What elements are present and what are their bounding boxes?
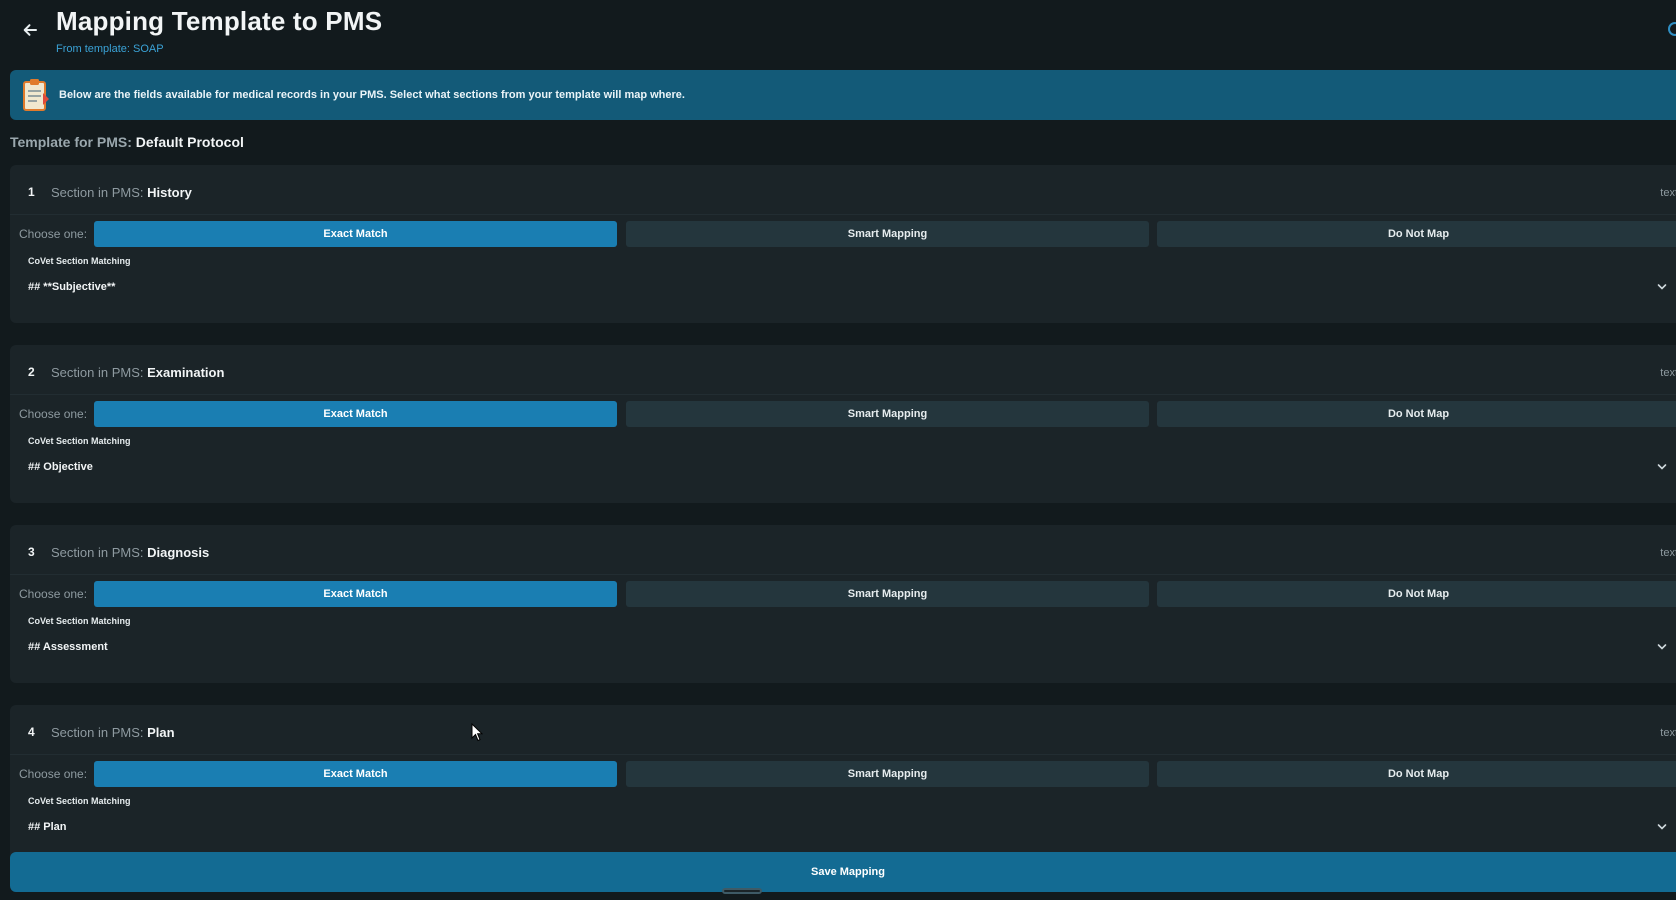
section-label: Section in PMS: Examination	[51, 365, 224, 380]
covet-section-matching-label: CoVet Section Matching	[28, 616, 131, 626]
section-type-label: text	[1660, 187, 1676, 199]
back-button[interactable]	[18, 18, 42, 42]
section-name: Diagnosis	[147, 545, 210, 560]
page-subtitle: From template: SOAP	[56, 43, 164, 55]
banner-text: Below are the fields available for medic…	[59, 89, 685, 101]
smart-mapping-button[interactable]: Smart Mapping	[626, 401, 1149, 427]
section-label: Section in PMS: Diagnosis	[51, 545, 209, 560]
choose-one-label: Choose one:	[19, 587, 88, 601]
chevron-down-icon	[1657, 824, 1667, 830]
section-label-prefix: Section in PMS:	[51, 185, 144, 200]
do-not-map-button[interactable]: Do Not Map	[1157, 581, 1676, 607]
section-matching-value: ## Plan	[28, 821, 67, 833]
covet-section-matching-label: CoVet Section Matching	[28, 796, 131, 806]
section-type-label: text	[1660, 367, 1676, 379]
template-name: Default Protocol	[135, 134, 244, 150]
chevron-down-icon	[1657, 644, 1667, 650]
section-number: 4	[28, 725, 35, 739]
section-label-prefix: Section in PMS:	[51, 545, 144, 560]
corner-status-icon[interactable]	[1668, 22, 1676, 36]
smart-mapping-button[interactable]: Smart Mapping	[626, 761, 1149, 787]
section-matching-value: ## **Subjective**	[28, 281, 116, 293]
covet-section-matching-label: CoVet Section Matching	[28, 436, 131, 446]
section-label-prefix: Section in PMS:	[51, 365, 144, 380]
save-mapping-button[interactable]: Save Mapping	[10, 852, 1676, 892]
section-number: 2	[28, 365, 35, 379]
template-line: Template for PMS: Default Protocol	[10, 134, 244, 150]
do-not-map-button[interactable]: Do Not Map	[1157, 761, 1676, 787]
section-number: 3	[28, 545, 35, 559]
home-indicator[interactable]	[722, 888, 762, 894]
arrow-left-icon	[23, 24, 37, 36]
exact-match-button[interactable]: Exact Match	[94, 401, 617, 427]
do-not-map-button[interactable]: Do Not Map	[1157, 221, 1676, 247]
clipboard-icon	[23, 79, 49, 111]
header: Mapping Template to PMS From template: S…	[0, 0, 1676, 66]
exact-match-button[interactable]: Exact Match	[94, 221, 617, 247]
section-matching-select[interactable]: ## **Subjective**	[18, 271, 1676, 305]
info-banner: Below are the fields available for medic…	[10, 70, 1676, 120]
section-header: 3 Section in PMS: Diagnosis text	[10, 525, 1676, 575]
section-name: History	[147, 185, 192, 200]
exact-match-button[interactable]: Exact Match	[94, 581, 617, 607]
section-card: 4 Section in PMS: Plan text Choose one: Exac…	[10, 705, 1676, 863]
section-type-label: text	[1660, 547, 1676, 559]
section-label: Section in PMS: History	[51, 185, 192, 200]
covet-section-matching-label: CoVet Section Matching	[28, 256, 131, 266]
template-label: Template for PMS:	[10, 134, 132, 150]
choose-one-label: Choose one:	[19, 227, 88, 241]
section-matching-select[interactable]: ## Plan	[18, 811, 1676, 845]
section-header: 2 Section in PMS: Examination text	[10, 345, 1676, 395]
section-name: Examination	[147, 365, 225, 380]
smart-mapping-button[interactable]: Smart Mapping	[626, 581, 1149, 607]
section-type-label: text	[1660, 727, 1676, 739]
section-matching-select[interactable]: ## Assessment	[18, 631, 1676, 665]
section-label: Section in PMS: Plan	[51, 725, 175, 740]
section-card: 1 Section in PMS: History text Choose one: E…	[10, 165, 1676, 323]
section-matching-select[interactable]: ## Objective	[18, 451, 1676, 485]
section-number: 1	[28, 185, 35, 199]
mouse-cursor-icon	[471, 723, 483, 742]
section-matching-value: ## Assessment	[28, 641, 108, 653]
exact-match-button[interactable]: Exact Match	[94, 761, 617, 787]
choose-one-label: Choose one:	[19, 407, 88, 421]
chevron-down-icon	[1657, 464, 1667, 470]
smart-mapping-button[interactable]: Smart Mapping	[626, 221, 1149, 247]
section-label-prefix: Section in PMS:	[51, 725, 144, 740]
section-header: 1 Section in PMS: History text	[10, 165, 1676, 215]
section-card: 2 Section in PMS: Examination text Choose o…	[10, 345, 1676, 503]
page: Mapping Template to PMS From template: S…	[0, 0, 1676, 900]
section-name: Plan	[147, 725, 175, 740]
section-card: 3 Section in PMS: Diagnosis text Choose one…	[10, 525, 1676, 683]
section-header: 4 Section in PMS: Plan text	[10, 705, 1676, 755]
choose-one-label: Choose one:	[19, 767, 88, 781]
do-not-map-button[interactable]: Do Not Map	[1157, 401, 1676, 427]
section-matching-value: ## Objective	[28, 461, 93, 473]
chevron-down-icon	[1657, 284, 1667, 290]
page-title: Mapping Template to PMS	[56, 6, 383, 36]
